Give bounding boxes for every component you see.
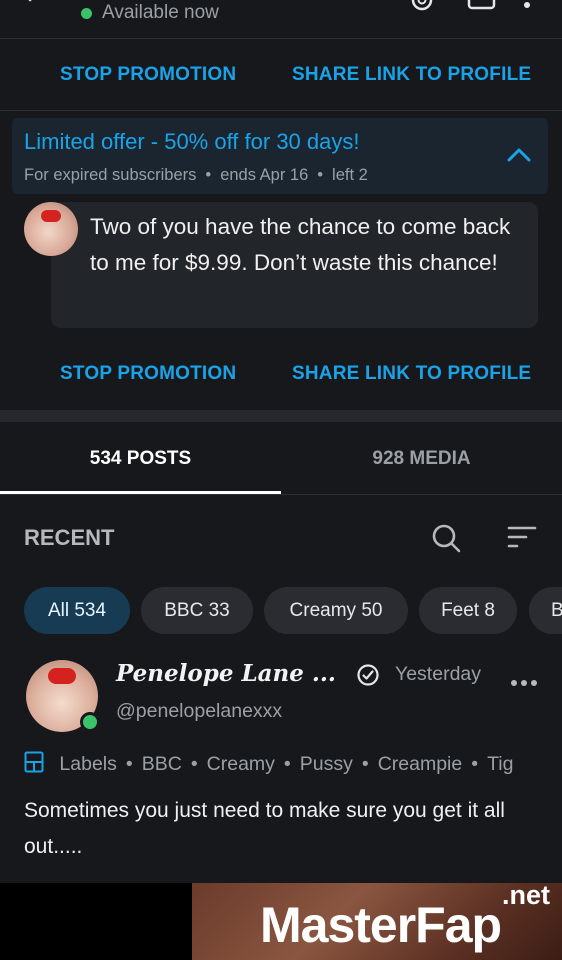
- filter-chip-partial-label: B: [551, 599, 562, 621]
- tab-media[interactable]: 928 MEDIA: [281, 422, 562, 494]
- header-bar: Available now: [0, 0, 562, 38]
- offer-message: Two of you have the chance to come back …: [90, 214, 511, 275]
- share-link-button[interactable]: SHARE LINK TO PROFILE: [292, 363, 531, 385]
- divider: [0, 494, 562, 495]
- separator-dot: •: [361, 753, 369, 775]
- post-author-handle[interactable]: @penelopelanexxx: [116, 700, 282, 723]
- divider: [0, 110, 562, 111]
- bow-icon: [41, 210, 61, 222]
- offer-meta: For expired subscribers • ends Apr 16 • left…: [24, 166, 368, 185]
- stop-promotion-button[interactable]: STOP PROMOTION: [60, 363, 236, 385]
- chevron-up-icon[interactable]: [506, 146, 532, 164]
- separator-dot: •: [205, 166, 212, 184]
- separator-dot: •: [283, 753, 291, 775]
- labels-title[interactable]: Labels: [59, 753, 116, 775]
- label-tag-icon: [24, 751, 44, 773]
- offer-audience: For expired subscribers: [24, 166, 197, 184]
- separator-dot: •: [190, 753, 198, 775]
- post-author-name[interactable]: Penelope Lane ...: [116, 660, 336, 687]
- separator-dot: •: [125, 753, 133, 775]
- message-icon[interactable]: [467, 0, 497, 12]
- filter-chip-all[interactable]: All 534: [24, 587, 130, 634]
- watermark-suffix: .net: [502, 880, 551, 910]
- offer-left: left 2: [332, 166, 368, 184]
- filter-chip-feet[interactable]: Feet 8: [419, 587, 517, 634]
- separator-dot: •: [471, 753, 479, 775]
- online-status-text: Available now: [102, 2, 219, 23]
- divider: [0, 38, 562, 39]
- section-title: RECENT: [24, 525, 115, 550]
- label-partial[interactable]: Tig: [487, 753, 513, 775]
- sort-icon[interactable]: [506, 524, 538, 550]
- stop-promotion-button[interactable]: STOP PROMOTION: [60, 64, 236, 86]
- tab-media-label: 928 MEDIA: [372, 448, 471, 469]
- bow-icon: [48, 668, 76, 684]
- watermark-logo: .net MasterFap: [258, 880, 562, 960]
- avatar: [24, 202, 78, 256]
- label-creamy[interactable]: Creamy: [207, 753, 275, 775]
- post-text: Sometimes you just need to make sure you…: [24, 799, 505, 858]
- label-bbc[interactable]: BBC: [142, 753, 182, 775]
- section-separator: [0, 410, 562, 422]
- post-avatar[interactable]: [26, 660, 100, 732]
- labels-row: Labels • BBC • Creamy • Pussy • Creampie • Tig: [24, 751, 562, 779]
- back-arrow-icon[interactable]: [24, 0, 48, 12]
- label-pussy[interactable]: Pussy: [300, 753, 353, 775]
- offer-ends: ends Apr 16: [220, 166, 309, 184]
- share-link-button[interactable]: SHARE LINK TO PROFILE: [292, 64, 531, 86]
- filter-chip-creamy[interactable]: Creamy 50: [264, 587, 408, 634]
- filter-chip-bbc[interactable]: BBC 33: [141, 587, 253, 634]
- online-indicator: [80, 712, 100, 732]
- tab-posts[interactable]: 534 POSTS: [0, 422, 281, 494]
- offer-card: Limited offer - 50% off for 30 days! For…: [12, 118, 548, 194]
- more-vertical-icon[interactable]: [524, 2, 530, 8]
- label-creampie[interactable]: Creampie: [378, 753, 463, 775]
- post-time: Yesterday: [395, 663, 482, 685]
- online-status-dot: [81, 8, 92, 19]
- separator-dot: •: [317, 166, 324, 184]
- search-icon[interactable]: [430, 522, 462, 554]
- settings-gear-icon[interactable]: [408, 0, 436, 14]
- watermark-brand: MasterFap: [260, 897, 502, 953]
- tab-posts-label: 534 POSTS: [89, 448, 192, 469]
- filter-chip-partial[interactable]: B: [529, 587, 562, 634]
- media-preview-left: [0, 883, 192, 960]
- verified-badge-icon: [356, 663, 380, 687]
- more-options-icon[interactable]: [510, 674, 538, 686]
- offer-title: Limited offer - 50% off for 30 days!: [24, 129, 360, 154]
